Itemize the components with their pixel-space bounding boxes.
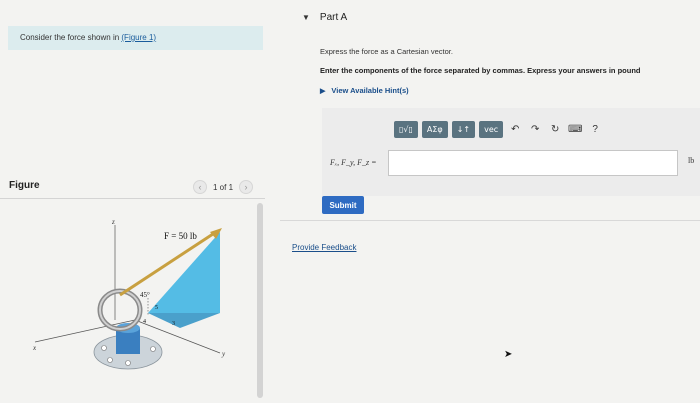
redo-icon[interactable]: ↷ — [527, 122, 543, 138]
right-panel: ▼ Part A Express the force as a Cartesia… — [280, 0, 700, 403]
chevron-left-icon: ‹ — [198, 182, 202, 192]
figure-heading: Figure — [9, 180, 40, 191]
greek-symbols-button[interactable]: ΑΣφ — [421, 121, 448, 138]
instruction-bold-text: Enter the components of the force separa… — [320, 66, 641, 75]
answer-box: ▯√▯ ΑΣφ ↓↑ vec ↶ ↷ ↻ ⌨ ? Fₓ, F_y, F_z = … — [322, 108, 700, 196]
reset-icon[interactable]: ↻ — [547, 122, 563, 138]
divider — [0, 198, 265, 199]
answer-label: Fₓ, F_y, F_z = — [330, 158, 377, 167]
math-toolbar: ▯√▯ ΑΣφ ↓↑ vec ↶ ↷ ↻ ⌨ ? — [394, 121, 603, 138]
part-header[interactable]: ▼ Part A — [302, 12, 347, 23]
keyboard-icon[interactable]: ⌨ — [567, 122, 583, 138]
force-arrowhead — [210, 228, 222, 239]
pager-text: 1 of 1 — [213, 182, 234, 192]
dim-label: 3 — [172, 321, 175, 327]
figure-scrollbar[interactable] — [257, 203, 263, 398]
hints-label: View Available Hint(s) — [331, 86, 409, 95]
dim-label: 4 — [143, 319, 146, 325]
next-figure-button[interactable]: › — [239, 180, 254, 194]
view-hints-link[interactable]: ▶ View Available Hint(s) — [320, 86, 409, 95]
undo-icon[interactable]: ↶ — [507, 122, 523, 138]
caret-down-icon: ▼ — [302, 13, 310, 22]
figure-link[interactable]: (Figure 1) — [121, 33, 156, 42]
bolt — [101, 345, 107, 351]
help-icon[interactable]: ? — [587, 122, 603, 138]
mouse-cursor-icon: ➤ — [504, 349, 513, 360]
left-panel: Consider the force shown in (Figure 1) F… — [0, 0, 270, 403]
part-title: Part A — [319, 12, 348, 23]
figure-pager: ‹ 1 of 1 › — [193, 180, 254, 194]
force-label: F = 50 lb — [164, 231, 197, 241]
divider — [280, 220, 700, 221]
z-axis-label: z — [111, 218, 115, 226]
unit-label: lb — [688, 156, 695, 165]
provide-feedback-link[interactable]: Provide Feedback — [292, 243, 356, 252]
answer-input[interactable] — [388, 150, 678, 176]
templates-button[interactable]: ▯√▯ — [394, 121, 418, 138]
plane-surface — [148, 232, 220, 313]
intro-text: Consider the force shown in — [20, 33, 122, 42]
submit-button[interactable]: Submit — [322, 196, 364, 214]
plane-shadow — [148, 313, 220, 328]
x-axis-label: x — [32, 344, 37, 352]
chevron-right-icon: › — [244, 182, 248, 192]
instruction-text: Express the force as a Cartesian vector. — [320, 47, 453, 56]
bolt — [107, 357, 113, 363]
force-figure: F = 50 lb 45° 4 3 5 z x y — [32, 218, 226, 370]
bolt — [125, 360, 131, 366]
prev-figure-button[interactable]: ‹ — [193, 180, 207, 194]
angle-label: 45° — [140, 291, 150, 299]
y-axis-label: y — [221, 350, 226, 358]
dim-label: 5 — [155, 305, 158, 311]
bolt — [150, 346, 156, 352]
vector-button[interactable]: vec — [479, 121, 504, 138]
intro-box: Consider the force shown in (Figure 1) — [8, 26, 263, 50]
arrows-button[interactable]: ↓↑ — [451, 121, 476, 138]
caret-right-icon: ▶ — [320, 87, 326, 95]
